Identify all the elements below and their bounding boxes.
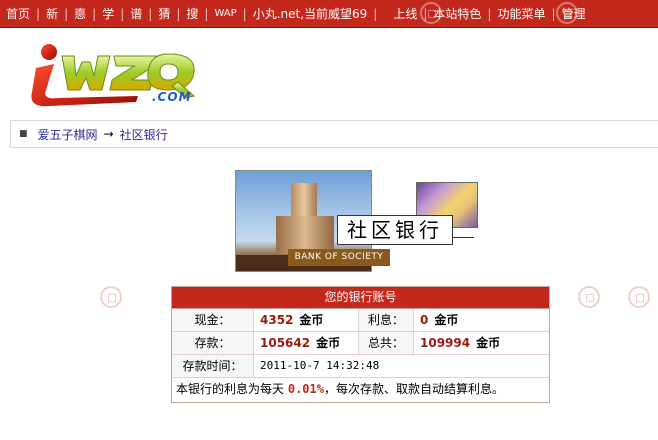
- account-row-time: 存款时间： 2011-10-7 14:32:48: [172, 355, 549, 378]
- logo-suffix: .COM: [152, 90, 192, 104]
- deposit-unit: 金币: [316, 336, 341, 350]
- cash-label: 现金：: [172, 309, 254, 331]
- breadcrumb-bullet-icon: ■: [19, 129, 28, 139]
- banner-title: 社区银行: [337, 215, 453, 245]
- total-value: 109994: [420, 336, 471, 350]
- interest-label: 利息：: [359, 309, 414, 331]
- nav-learn[interactable]: 学: [96, 5, 120, 22]
- interest-note-suffix: ，每次存款、取款自动结算利息。: [323, 382, 504, 396]
- breadcrumb-home-link[interactable]: 爱五子棋网: [38, 126, 98, 143]
- nav-manual[interactable]: 谱: [124, 5, 148, 22]
- account-row-cash: 现金： 4352 金币 利息： 0 金币: [172, 309, 549, 332]
- total-value-cell: 109994 金币: [414, 332, 549, 354]
- bank-account-panel: 您的银行账号 现金： 4352 金币 利息： 0 金币 存款： 105642 金币 总…: [171, 286, 550, 403]
- site-logo[interactable]: .COM: [18, 40, 218, 112]
- nav-wap[interactable]: WAP: [208, 8, 242, 19]
- interest-note: 本银行的利息为每天 0.01%，每次存款、取款自动结算利息。: [172, 378, 549, 400]
- coin-decor-icon: [420, 2, 442, 24]
- nav-search[interactable]: 搜: [180, 5, 204, 22]
- interest-note-prefix: 本银行的利息为每天: [176, 382, 285, 396]
- deposit-time-label: 存款时间：: [172, 355, 254, 377]
- deposit-time-value: 2011-10-7 14:32:48: [260, 359, 380, 372]
- breadcrumb: ■ 爱五子棋网 → 社区银行: [10, 120, 658, 148]
- banner-tag: BANK OF SOCIETY: [288, 249, 390, 266]
- deposit-value: 105642: [260, 336, 311, 350]
- cash-value: 4352: [260, 313, 294, 327]
- nav-function-menu[interactable]: 功能菜单: [491, 5, 551, 22]
- deposit-label: 存款：: [172, 332, 254, 354]
- interest-note-rate: 0.01%: [287, 382, 324, 396]
- account-row-deposit: 存款： 105642 金币 总共： 109994 金币: [172, 332, 549, 355]
- nav-slow[interactable]: 㥁: [68, 5, 92, 22]
- deposit-value-cell: 105642 金币: [254, 332, 359, 354]
- coin-decor-icon: [100, 286, 122, 308]
- interest-unit: 金币: [434, 313, 459, 327]
- nav-separator: |: [373, 6, 378, 21]
- nav-online[interactable]: 上线: [387, 5, 423, 22]
- account-header: 您的银行账号: [172, 287, 549, 309]
- nav-guess[interactable]: 猜: [152, 5, 176, 22]
- nav-home[interactable]: 首页: [0, 5, 36, 22]
- total-unit: 金币: [476, 336, 501, 350]
- cash-value-cell: 4352 金币: [254, 309, 359, 331]
- coin-decor-icon: [578, 286, 600, 308]
- nav-new[interactable]: 新: [40, 5, 64, 22]
- coin-decor-icon: [556, 2, 578, 24]
- breadcrumb-current-link[interactable]: 社区银行: [120, 126, 168, 143]
- interest-value-cell: 0 金币: [414, 309, 549, 331]
- cash-unit: 金币: [299, 313, 324, 327]
- total-label: 总共：: [359, 332, 414, 354]
- coin-decor-icon: [628, 286, 650, 308]
- user-status: 小丸.net,当前威望69: [252, 7, 368, 21]
- interest-value: 0: [420, 313, 429, 327]
- breadcrumb-arrow-icon: →: [103, 127, 114, 141]
